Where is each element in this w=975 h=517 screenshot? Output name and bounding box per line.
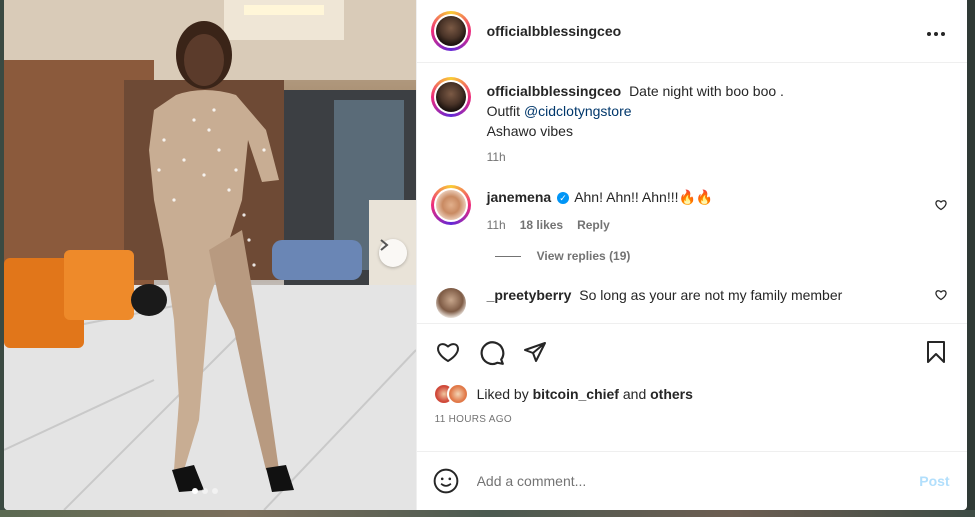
add-comment-bar: Post [416, 451, 967, 510]
emoji-smiley-icon[interactable] [433, 468, 459, 494]
carousel-dot [212, 488, 218, 494]
comment-input[interactable] [474, 472, 879, 490]
post-modal: officialbblessingceo officialbblessingce… [4, 0, 967, 510]
author-avatar[interactable] [430, 11, 471, 51]
comment-time[interactable]: 11h [487, 215, 506, 235]
avatar-image [435, 82, 466, 112]
caption-mention-link[interactable]: @cidclotyngstore [524, 103, 632, 119]
liked-by-others-link[interactable]: others [650, 386, 693, 402]
share-paper-plane-icon[interactable] [523, 340, 547, 364]
likes-summary: Liked by bitcoin_chief and others [417, 382, 967, 406]
liker-avatars [432, 383, 469, 405]
post-photo [4, 0, 416, 510]
caption-username[interactable]: officialbblessingceo [487, 83, 622, 99]
save-bookmark-icon[interactable] [925, 340, 947, 364]
post-details-panel: officialbblessingceo officialbblessingce… [415, 0, 967, 510]
comment-text: So long as your are not my family member [579, 287, 843, 303]
backdrop-strip [0, 510, 975, 517]
liked-by-and: and [622, 386, 647, 402]
post-header: officialbblessingceo [416, 0, 967, 63]
commenter-avatar[interactable] [430, 185, 471, 225]
view-replies-button[interactable]: View replies (19) [494, 249, 953, 263]
comment-item: janemena ✓ Ahn! Ahn!! Ahn!!!🔥🔥 11h 18 li… [430, 185, 953, 235]
caption-line-3: Ashawo vibes [486, 123, 573, 139]
post-comment-button[interactable]: Post [919, 473, 949, 489]
comments-list[interactable]: officialbblessingceo Date night with boo… [417, 63, 967, 323]
action-bar [416, 323, 967, 382]
liker-avatar[interactable] [446, 383, 469, 405]
caption-line-2-prefix: Outfit [486, 103, 521, 119]
carousel-indicator [192, 488, 218, 494]
post-timestamp[interactable]: 11 HOURS AGO [417, 406, 967, 438]
caption-time[interactable]: 11h [487, 147, 506, 167]
reply-button[interactable]: Reply [577, 215, 610, 235]
post-media[interactable] [4, 0, 416, 510]
liked-by-user-link[interactable]: bitcoin_chief [533, 386, 619, 402]
avatar-image [435, 190, 466, 220]
comment-username[interactable]: _preetyberry [487, 287, 572, 303]
next-photo-button[interactable] [379, 239, 407, 267]
like-comment-heart-icon[interactable] [935, 199, 947, 211]
verified-badge-icon: ✓ [557, 192, 570, 205]
avatar-image [435, 16, 466, 46]
comment-username[interactable]: janemena [487, 189, 552, 205]
like-heart-icon[interactable] [435, 340, 461, 364]
commenter-avatar[interactable] [430, 283, 471, 323]
caption-avatar[interactable] [430, 77, 471, 117]
comment-likes[interactable]: 18 likes [520, 215, 563, 235]
caption-line-1: Date night with boo boo . [629, 83, 784, 99]
carousel-dot-active [192, 488, 198, 494]
comment-item: _preetyberry So long as your are not my … [430, 283, 953, 323]
more-options-button[interactable] [927, 20, 945, 41]
like-comment-heart-icon[interactable] [935, 289, 947, 301]
avatar-image [435, 288, 466, 318]
liked-by-prefix: Liked by [476, 386, 529, 402]
author-username[interactable]: officialbblessingceo [487, 23, 622, 39]
caption: officialbblessingceo Date night with boo… [430, 77, 953, 167]
carousel-dot [202, 488, 208, 494]
more-horizontal-icon [927, 32, 945, 36]
chevron-right-icon [380, 239, 389, 251]
replies-divider [494, 255, 521, 257]
comment-text: Ahn! Ahn!! Ahn!!!🔥🔥 [574, 189, 714, 205]
comment-bubble-icon[interactable] [479, 340, 505, 366]
view-replies-label: View replies (19) [536, 249, 631, 263]
